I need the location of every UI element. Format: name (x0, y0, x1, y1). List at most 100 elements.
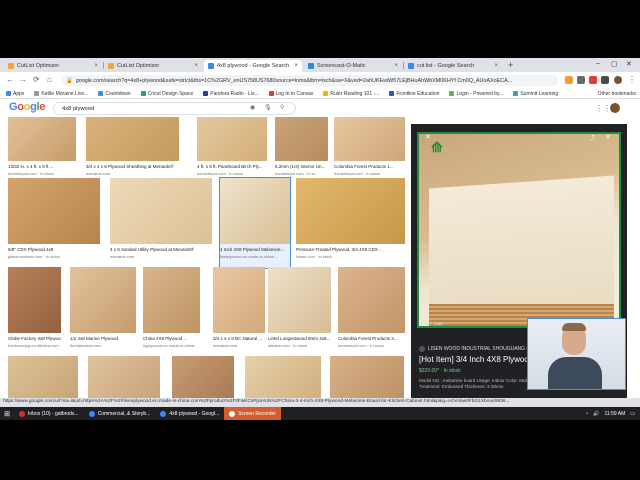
address-bar[interactable]: 🔒 google.com/search?q=4x8+plywood&safe=s… (62, 75, 558, 86)
result-thumbnail[interactable] (275, 117, 328, 161)
result-caption[interactable]: China 4X8 Plywood ... (143, 336, 200, 341)
forward-icon[interactable]: → (19, 75, 27, 84)
result-caption[interactable]: 4 ft. x 8 ft. Paneboard Birch Ply... (197, 164, 267, 169)
image-result[interactable]: 5.2mm (1/4) Interior Un... homedepot.com … (275, 117, 328, 185)
extension-icon[interactable] (565, 76, 573, 84)
network-icon[interactable]: ◔ (585, 411, 588, 417)
result-thumbnail[interactable] (330, 356, 404, 398)
image-result[interactable]: China 4X8 Plywood ... hgplywood.en.made-i… (143, 267, 200, 357)
tab-close-icon[interactable]: × (194, 63, 198, 69)
taskbar-item[interactable]: Commercial, & Storyb... (84, 407, 156, 420)
preview-site[interactable]: LISEN WOOD INDUSTRIAL SHOUGUANG CO... (419, 346, 538, 352)
result-thumbnail[interactable] (220, 178, 290, 244)
other-bookmarks[interactable]: Other bookmarks (598, 91, 636, 97)
volume-icon[interactable]: 🔊 (593, 411, 599, 417)
result-thumbnail[interactable] (86, 117, 179, 161)
notifications-icon[interactable]: ▭ (630, 411, 635, 417)
tab-close-icon[interactable]: × (394, 63, 398, 69)
menu-icon[interactable]: ⋮ (628, 75, 636, 84)
result-thumbnail[interactable] (296, 178, 405, 244)
result-thumbnail[interactable] (143, 267, 200, 333)
result-caption[interactable]: Globe Factory 4x8 Plywood ... (8, 336, 61, 341)
extension-icon[interactable] (577, 76, 585, 84)
result-caption[interactable]: Pressure-Treated Plywood, 3/4 4X8 CDX ..… (296, 247, 405, 252)
profile-avatar[interactable] (614, 76, 622, 84)
maximize-icon[interactable]: ▢ (611, 60, 618, 68)
tab-close-icon[interactable]: × (94, 63, 98, 69)
result-caption[interactable]: 13/32 in. x 4 ft. x 8 ft ... (8, 164, 76, 169)
camera-search-icon[interactable]: ◉ (250, 104, 255, 111)
search-icon[interactable]: ⚲ (280, 104, 284, 111)
bookmark-item[interactable]: Cricut Design Space (140, 91, 193, 97)
tab[interactable]: CutList Optimizer × (104, 60, 202, 72)
image-result[interactable]: 4 ft. x 8 ft. Paneboard Birch Ply... home… (197, 117, 267, 185)
image-result[interactable]: 4 Inch 4X8 Plywood Melamine... liseiplywo… (219, 177, 291, 269)
taskbar-item[interactable]: Screen Recorder (224, 407, 281, 420)
result-thumbnail[interactable] (213, 267, 265, 333)
image-result[interactable]: 4 x 8 Sanded Utility Plywood at Menards®… (110, 178, 212, 268)
bookmark-item[interactable]: Login - Powered by... (449, 91, 503, 97)
result-thumbnail[interactable] (245, 356, 321, 398)
result-caption[interactable]: 5.2mm (1/4) Interior Un... (275, 164, 328, 169)
image-result[interactable]: Lintel Longestwood 9mm 4x8... alibaba.com… (268, 267, 331, 357)
result-thumbnail[interactable] (110, 178, 212, 244)
image-result[interactable]: 3/4 x 4 x 8 Plywood Sheathing at Menards… (86, 117, 179, 185)
tab[interactable]: 4x8 plywood - Google Search × (204, 60, 302, 72)
result-thumbnail[interactable] (88, 356, 160, 398)
home-icon[interactable]: ⌂ (47, 75, 52, 84)
result-caption[interactable]: 3/4 x 4 x 8 Plywood Sheathing at Menards… (86, 164, 179, 169)
tab[interactable]: Screencast-O-Matic × (304, 60, 402, 72)
image-result[interactable]: 1/2 4x8 Marine Plywood floridalumber.com (70, 267, 136, 357)
clock[interactable]: 11:59 AM (605, 411, 626, 417)
result-thumbnail[interactable] (172, 356, 234, 398)
result-thumbnail[interactable] (268, 267, 331, 333)
image-result[interactable]: 5/8" CDX Plywood 4x8 glassmountain.com · … (8, 178, 100, 268)
reload-icon[interactable]: ⟳ (33, 75, 40, 84)
preview-title[interactable]: [Hot Item] 3/4 Inch 4X8 Plywood (419, 355, 533, 364)
image-result[interactable]: 13/32 in. x 4 ft. x 8 ft ... homedepot.co… (8, 117, 76, 185)
bookmark-item[interactable]: Summit Learning (513, 91, 558, 97)
bookmark-item[interactable]: Apps (6, 91, 24, 97)
apps-grid-icon[interactable]: ⋮⋮ (595, 104, 611, 113)
windows-start-icon[interactable]: ⊞ (0, 407, 14, 420)
share-icon[interactable]: ⤴ (589, 133, 595, 142)
result-caption[interactable]: 3/4 x 4 x 8 BC Natural ... (213, 336, 265, 341)
new-tab-button[interactable]: + (508, 60, 513, 70)
image-result[interactable]: Pressure-Treated Plywood, 3/4 4X8 CDX ..… (296, 178, 405, 268)
image-result[interactable]: Columbia Forest Products 1... homedepot.c… (334, 117, 405, 185)
microphone-icon[interactable]: 🎙 (264, 104, 272, 111)
result-thumbnail[interactable] (334, 117, 405, 161)
google-logo[interactable]: Google (9, 101, 45, 113)
back-icon[interactable]: ← (6, 75, 14, 84)
result-thumbnail[interactable] (8, 117, 76, 161)
taskbar-item[interactable]: Inbox (10) - gatbrods... (14, 407, 84, 420)
account-avatar[interactable] (610, 103, 620, 113)
result-caption[interactable]: 1/2 4x8 Marine Plywood (70, 336, 136, 341)
result-thumbnail[interactable] (8, 356, 78, 398)
result-caption[interactable]: Columbia Forest Products 1... (334, 164, 405, 169)
result-caption[interactable]: 5/8" CDX Plywood 4x8 (8, 247, 100, 252)
preview-image[interactable] (417, 132, 621, 328)
bookmark-item[interactable]: Ruler Reading 101 -... (323, 91, 379, 97)
extension-icon[interactable] (589, 76, 597, 84)
result-thumbnail[interactable] (8, 178, 100, 244)
bookmark-item[interactable]: Log In to Canvas (268, 91, 313, 97)
result-caption[interactable]: Lintel Longestwood 9mm 4x8... (268, 336, 331, 341)
taskbar-item[interactable]: 4x8 plywood - Googl... (155, 407, 224, 420)
search-input[interactable]: 4x8 plywood (53, 102, 296, 115)
tab[interactable]: CutList Optimizer × (4, 60, 102, 72)
image-result[interactable]: Globe Factory 4x8 Plywood ... hardwoodply… (8, 267, 61, 357)
close-preview-icon[interactable]: ✕ (605, 133, 611, 141)
bookmark-item[interactable]: Countdown (98, 91, 131, 97)
close-icon[interactable]: ✕ (425, 133, 431, 141)
result-caption[interactable]: 4 x 8 Sanded Utility Plywood at Menards® (110, 247, 212, 252)
close-window-icon[interactable]: ✕ (626, 60, 632, 68)
result-thumbnail[interactable] (338, 267, 405, 333)
bookmark-item[interactable]: Pandora Radio - Lis... (203, 91, 259, 97)
result-thumbnail[interactable] (70, 267, 136, 333)
tab-close-icon[interactable]: × (494, 63, 498, 69)
image-result[interactable]: 3/4 x 4 x 8 BC Natural ... menards.com (213, 267, 265, 357)
image-result[interactable]: Columbia Forest Products 3... homedepot.c… (338, 267, 405, 357)
minimize-icon[interactable]: – (596, 60, 600, 67)
bookmark-item[interactable]: Kettle Moraine Live... (34, 91, 88, 97)
